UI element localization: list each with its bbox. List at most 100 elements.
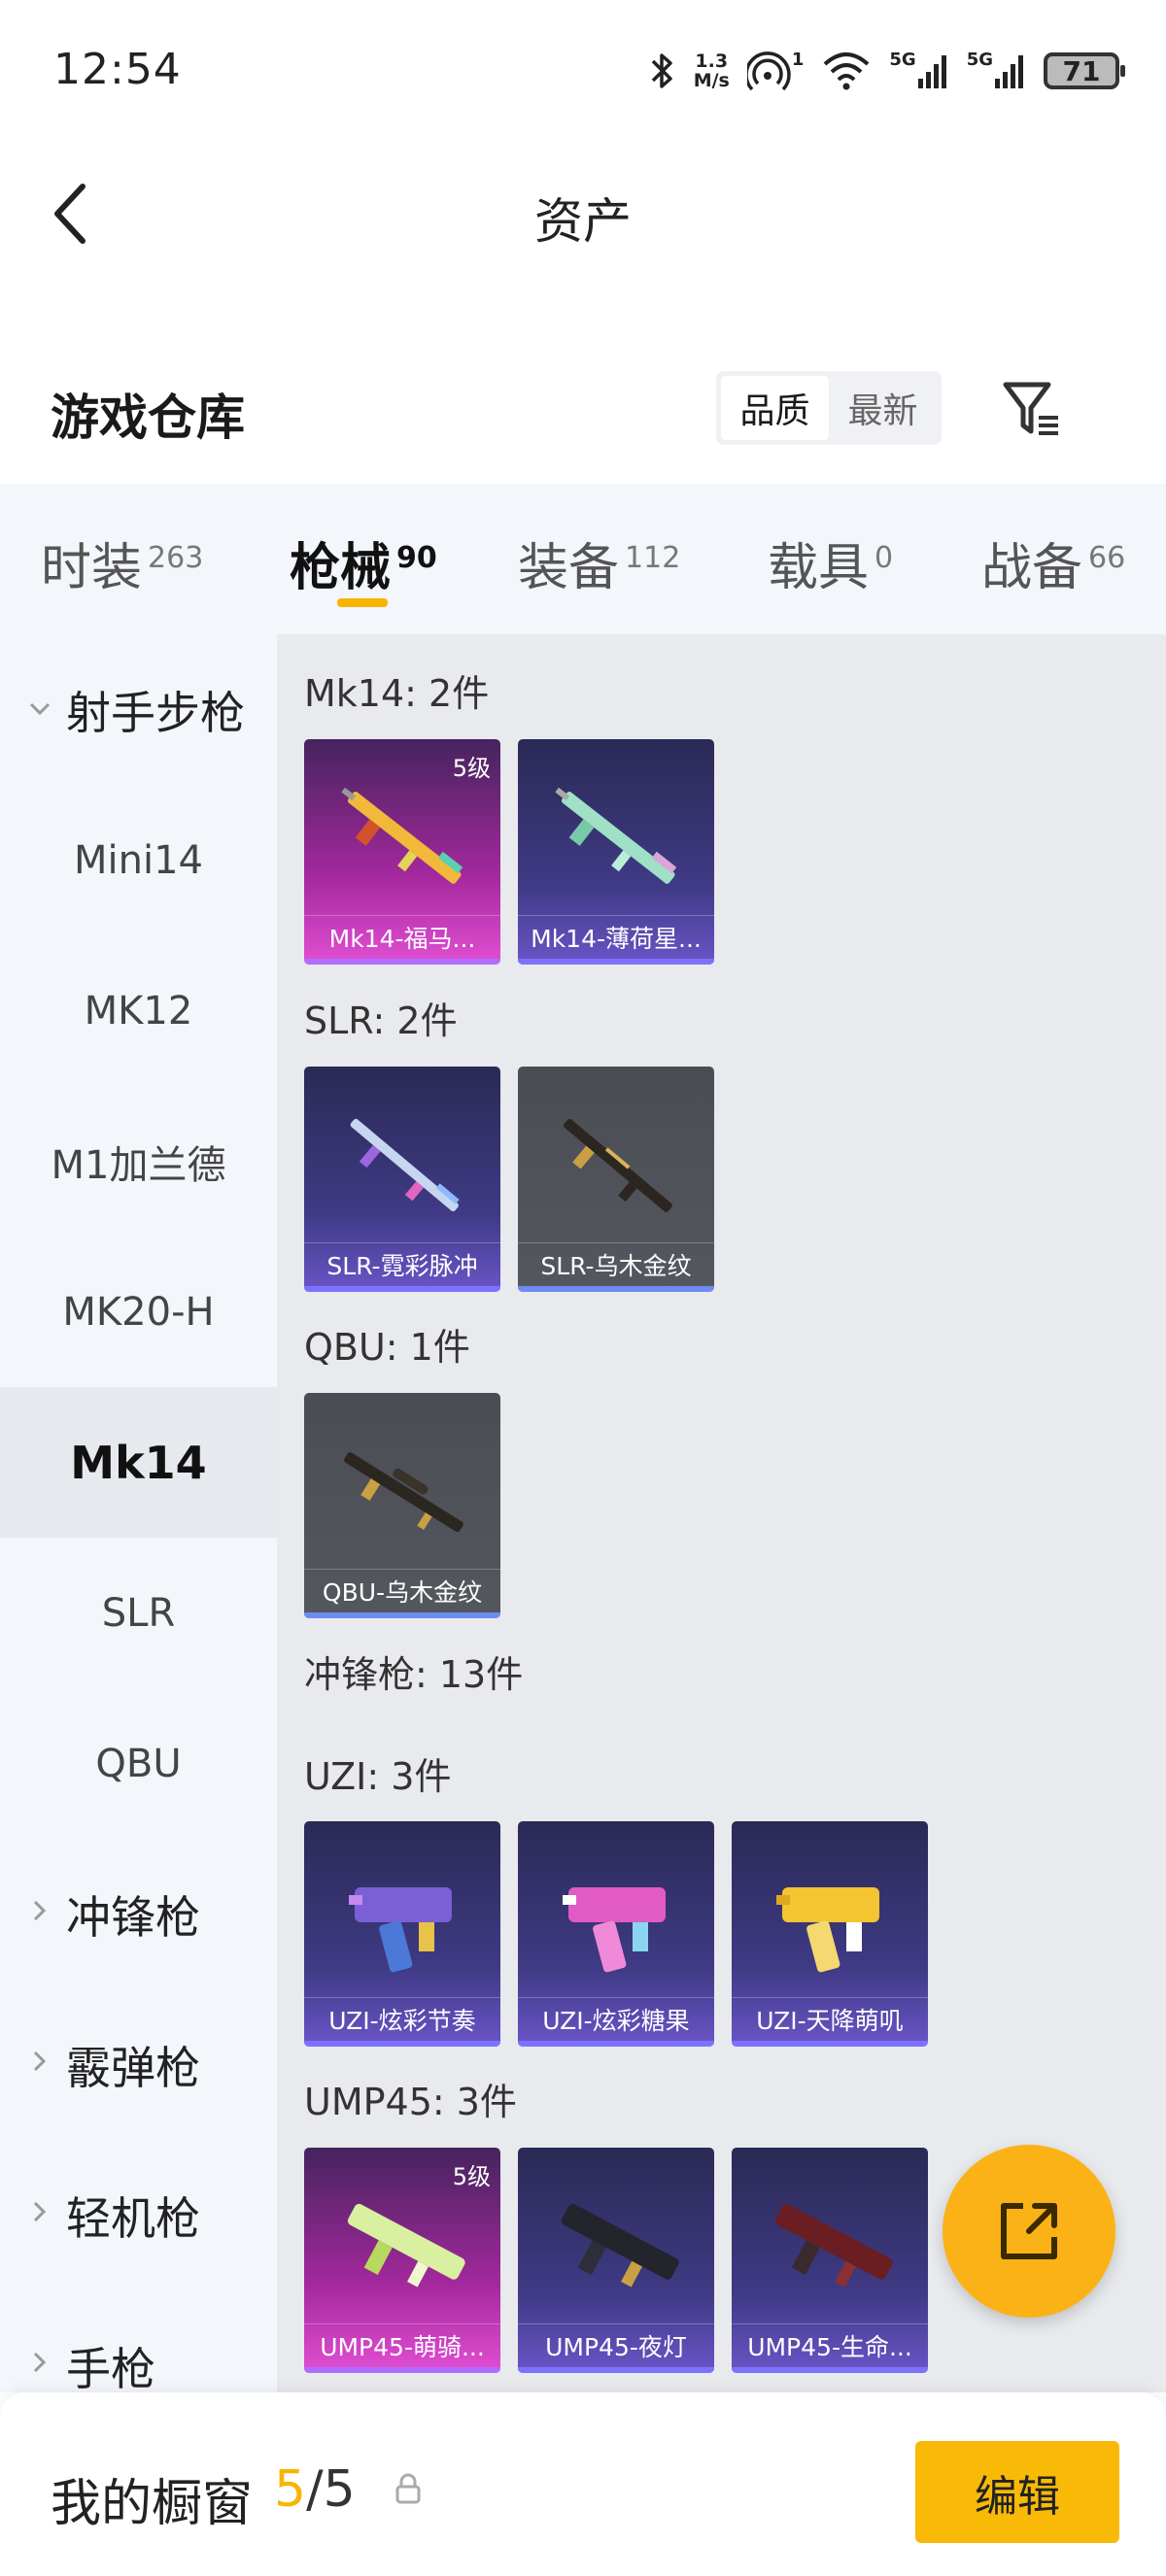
tab-count: 90 xyxy=(396,540,437,575)
sort-quality-option[interactable]: 品质 xyxy=(721,376,829,440)
divider xyxy=(304,1997,500,1998)
tab-count: 66 xyxy=(1088,540,1126,575)
sidebar-item-mk20h[interactable]: MK20-H xyxy=(0,1237,277,1387)
rifle-skin-icon xyxy=(555,787,677,884)
skin-card[interactable]: UZI-天降萌叽 xyxy=(732,1821,928,2047)
page-title: 资产 xyxy=(534,193,632,250)
filter-button[interactable] xyxy=(996,371,1070,445)
skin-name: Mk14-薄荷星... xyxy=(531,925,702,953)
divider xyxy=(732,2323,928,2324)
skin-card[interactable]: UMP45-生命... xyxy=(732,2148,928,2373)
group-title: UMP45: 3件 xyxy=(304,2081,517,2123)
skin-name: QBU-乌木金纹 xyxy=(322,1578,483,1607)
tab-vehicles[interactable]: 载具 0 xyxy=(768,526,893,599)
skin-card[interactable]: 5级 UMP45-萌骑... xyxy=(304,2148,500,2373)
sidebar-item-label: 射手步枪 xyxy=(66,686,245,739)
rarity-bar xyxy=(518,1286,714,1292)
skin-card[interactable]: SLR-霓彩脉冲 xyxy=(304,1067,500,1292)
warehouse-row: 游戏仓库 品质 最新 xyxy=(0,350,1166,466)
skin-card[interactable]: UMP45-夜灯 xyxy=(518,2148,714,2373)
smg-skin-icon xyxy=(349,1887,452,1973)
group-title: UZI: 3件 xyxy=(304,1755,452,1798)
sort-newest-option[interactable]: 最新 xyxy=(829,376,937,440)
app-header: 资产 xyxy=(0,146,1166,282)
tab-weapons[interactable]: 枪械 90 xyxy=(290,526,437,599)
skin-card[interactable]: Mk14-薄荷星... xyxy=(518,739,714,965)
rarity-bar xyxy=(304,1612,500,1618)
chevron-right-icon xyxy=(25,2349,54,2383)
smg-skin-icon xyxy=(563,1887,666,1973)
showcase-current: 5 xyxy=(274,2460,307,2519)
smg-skin-icon xyxy=(347,2203,465,2288)
tab-fashion[interactable]: 时装 263 xyxy=(41,526,203,599)
divider xyxy=(304,915,500,916)
tab-supplies[interactable]: 战备 66 xyxy=(981,526,1125,599)
skin-name: UZI-天降萌叽 xyxy=(756,2007,904,2035)
divider xyxy=(304,2323,500,2324)
rifle-skin-icon xyxy=(350,1118,460,1212)
edit-button[interactable]: 编辑 xyxy=(915,2441,1119,2543)
divider xyxy=(518,915,714,916)
tab-equipment[interactable]: 装备 112 xyxy=(518,526,680,599)
skin-name: Mk14-福马... xyxy=(328,925,476,953)
sidebar-item-mk12[interactable]: MK12 xyxy=(0,935,277,1086)
sidebar-item-label: 手枪 xyxy=(66,2342,155,2395)
sort-toggle: 品质 最新 xyxy=(716,371,942,445)
rarity-bar xyxy=(518,2041,714,2047)
divider xyxy=(304,1242,500,1243)
skin-card[interactable]: SLR-乌木金纹 xyxy=(518,1067,714,1292)
wifi-icon xyxy=(821,50,872,92)
sidebar-item-m1-garand[interactable]: M1加兰德 xyxy=(0,1086,277,1237)
showcase-count: 5/5 xyxy=(274,2460,356,2519)
rifle-skin-icon xyxy=(344,1452,463,1533)
skin-card[interactable]: QBU-乌木金纹 xyxy=(304,1393,500,1618)
bluetooth-icon xyxy=(649,50,676,92)
rarity-bar xyxy=(518,2367,714,2373)
skin-name: UZI-炫彩糖果 xyxy=(542,2007,690,2035)
skin-card[interactable]: UZI-炫彩糖果 xyxy=(518,1821,714,2047)
smg-skin-icon xyxy=(774,2203,893,2288)
sidebar-item-slr[interactable]: SLR xyxy=(0,1538,277,1688)
external-link-icon xyxy=(1001,2203,1057,2259)
sidebar-category-marksman-rifles[interactable]: 射手步枪 xyxy=(0,634,277,785)
skin-name: UMP45-萌骑... xyxy=(320,2333,485,2361)
signal-sim1-icon: 5G xyxy=(889,50,948,92)
rarity-bar xyxy=(732,2367,928,2373)
sidebar-item-label: SLR xyxy=(101,1590,176,1636)
status-icons: 1.3 M/s 1 5G 5G 71 xyxy=(649,47,1125,95)
share-fab-button[interactable] xyxy=(943,2145,1115,2318)
sidebar-item-label: 轻机枪 xyxy=(66,2191,200,2245)
sidebar-item-mini14[interactable]: Mini14 xyxy=(0,785,277,935)
chevron-right-icon xyxy=(25,2198,54,2232)
rifle-skin-icon xyxy=(341,787,463,884)
sim1-label: 5G xyxy=(889,50,916,70)
tab-label: 装备 xyxy=(518,539,620,597)
skin-card[interactable]: UZI-炫彩节奏 xyxy=(304,1821,500,2047)
showcase-total: 5 xyxy=(323,2460,356,2519)
sidebar-item-label: 霰弹枪 xyxy=(66,2041,200,2094)
chevron-right-icon xyxy=(25,1897,54,1931)
sidebar-category-lmg[interactable]: 轻机枪 xyxy=(0,2140,277,2290)
sidebar-item-label: QBU xyxy=(95,1741,182,1786)
divider xyxy=(518,1242,714,1243)
skin-card[interactable]: 5级 Mk14-福马... xyxy=(304,739,500,965)
skin-name: SLR-乌木金纹 xyxy=(540,1252,692,1280)
rarity-bar xyxy=(304,1286,500,1292)
sidebar-category-shotgun[interactable]: 霰弹枪 xyxy=(0,1989,277,2140)
sidebar-item-label: MK12 xyxy=(84,988,193,1034)
tab-label: 载具 xyxy=(768,539,870,597)
tab-label: 战备 xyxy=(981,539,1083,597)
skin-name: UMP45-夜灯 xyxy=(545,2333,687,2361)
sidebar-item-mk14[interactable]: Mk14 xyxy=(0,1387,277,1538)
group-title: 冲锋枪: 13件 xyxy=(304,1653,524,1696)
sidebar-category-smg[interactable]: 冲锋枪 xyxy=(0,1839,277,1989)
network-speed: 1.3 M/s xyxy=(694,51,730,90)
sidebar-item-label: Mini14 xyxy=(74,837,203,883)
sidebar-item-qbu[interactable]: QBU xyxy=(0,1688,277,1839)
battery-level: 71 xyxy=(1062,54,1101,87)
rarity-bar xyxy=(304,2041,500,2047)
smg-skin-icon xyxy=(561,2203,679,2288)
level-badge: 5级 xyxy=(452,2163,491,2190)
hotspot-icon: 1 xyxy=(746,50,804,92)
signal-sim2-icon: 5G xyxy=(967,50,1026,92)
